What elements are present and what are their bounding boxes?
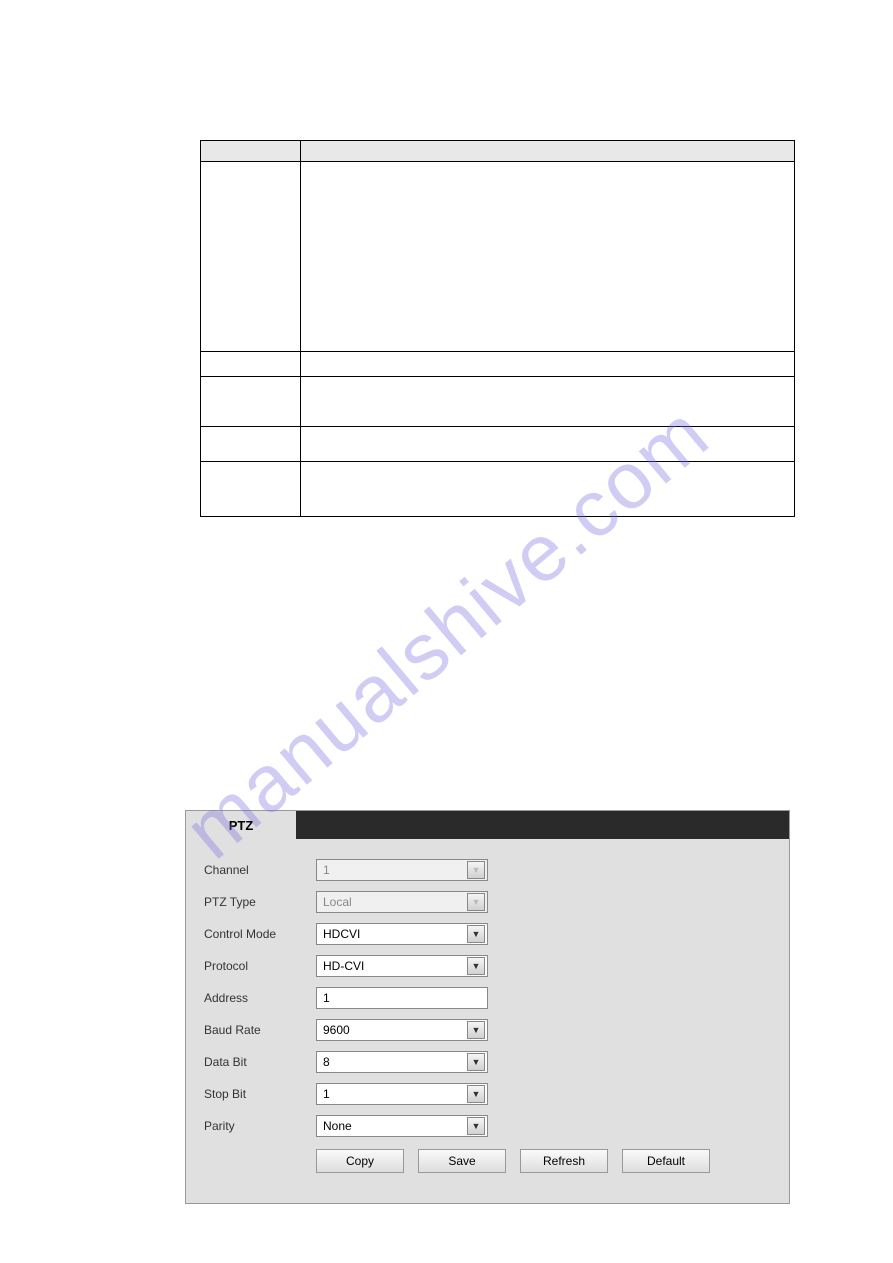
databit-label: Data Bit [204,1055,316,1069]
param-table [200,140,795,517]
table-row [201,427,795,462]
save-button[interactable]: Save [418,1149,506,1173]
chevron-down-icon: ▼ [467,1085,485,1103]
chevron-down-icon: ▼ [467,1053,485,1071]
chevron-down-icon: ▼ [467,925,485,943]
protocol-value: HD-CVI [323,959,364,973]
parity-row: Parity None ▼ [204,1115,771,1137]
stopbit-value: 1 [323,1087,330,1101]
chevron-down-icon: ▼ [467,957,485,975]
stopbit-row: Stop Bit 1 ▼ [204,1083,771,1105]
chevron-down-icon: ▼ [467,1117,485,1135]
ptztype-select[interactable]: Local ▼ [316,891,488,913]
stopbit-label: Stop Bit [204,1087,316,1101]
table-row [201,162,795,352]
param-header-desc [301,141,795,162]
protocol-row: Protocol HD-CVI ▼ [204,955,771,977]
tab-ptz[interactable]: PTZ [186,811,296,839]
table-row [201,462,795,517]
controlmode-label: Control Mode [204,927,316,941]
controlmode-value: HDCVI [323,927,360,941]
table-row [201,352,795,377]
ptz-body: Channel 1 ▼ PTZ Type Local ▼ Control Mod… [186,839,789,1203]
chevron-down-icon: ▼ [467,1021,485,1039]
databit-row: Data Bit 8 ▼ [204,1051,771,1073]
channel-row: Channel 1 ▼ [204,859,771,881]
baudrate-row: Baud Rate 9600 ▼ [204,1019,771,1041]
chevron-down-icon: ▼ [467,893,485,911]
parity-select[interactable]: None ▼ [316,1115,488,1137]
parity-value: None [323,1119,352,1133]
default-button[interactable]: Default [622,1149,710,1173]
controlmode-select[interactable]: HDCVI ▼ [316,923,488,945]
address-value: 1 [323,991,330,1005]
ptztype-value: Local [323,895,352,909]
address-row: Address 1 [204,987,771,1009]
chevron-down-icon: ▼ [467,861,485,879]
controlmode-row: Control Mode HDCVI ▼ [204,923,771,945]
baudrate-value: 9600 [323,1023,350,1037]
table-row [201,377,795,427]
ptz-header: PTZ [186,811,789,839]
protocol-select[interactable]: HD-CVI ▼ [316,955,488,977]
ptztype-row: PTZ Type Local ▼ [204,891,771,913]
databit-select[interactable]: 8 ▼ [316,1051,488,1073]
refresh-button[interactable]: Refresh [520,1149,608,1173]
ptz-panel: PTZ Channel 1 ▼ PTZ Type Local ▼ Control… [185,810,790,1204]
channel-select[interactable]: 1 ▼ [316,859,488,881]
protocol-label: Protocol [204,959,316,973]
parity-label: Parity [204,1119,316,1133]
param-header-name [201,141,301,162]
address-input[interactable]: 1 [316,987,488,1009]
copy-button[interactable]: Copy [316,1149,404,1173]
baudrate-select[interactable]: 9600 ▼ [316,1019,488,1041]
databit-value: 8 [323,1055,330,1069]
channel-label: Channel [204,863,316,877]
button-row: Copy Save Refresh Default [316,1149,771,1173]
stopbit-select[interactable]: 1 ▼ [316,1083,488,1105]
channel-value: 1 [323,863,330,877]
ptztype-label: PTZ Type [204,895,316,909]
baudrate-label: Baud Rate [204,1023,316,1037]
address-label: Address [204,991,316,1005]
